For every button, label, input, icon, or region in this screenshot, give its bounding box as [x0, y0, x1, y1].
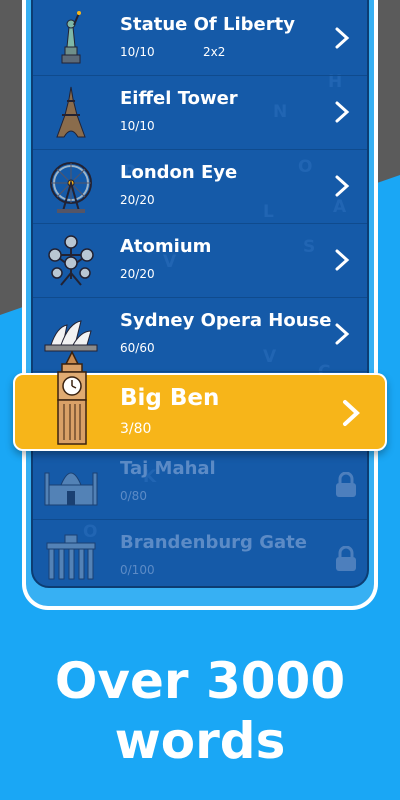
- chevron-right-icon[interactable]: [331, 100, 353, 124]
- chevron-right-icon[interactable]: [331, 322, 353, 346]
- chevron-right-icon[interactable]: [331, 248, 353, 272]
- level-progress: 0/100: [120, 563, 155, 577]
- level-row-eiffel-tower[interactable]: Eiffel Tower 10/10: [33, 78, 367, 150]
- headline-line-1: Over 3000: [54, 652, 346, 710]
- level-title: Atomium: [120, 236, 212, 257]
- brandenburg-gate-icon: [46, 534, 96, 580]
- lock-icon: [336, 546, 356, 571]
- level-row-atomium[interactable]: Atomium 20/20: [33, 226, 367, 298]
- london-eye-icon: [50, 162, 92, 213]
- level-progress: 20/20: [120, 267, 155, 281]
- level-row-statue-of-liberty[interactable]: Statue Of Liberty 10/10 2x2: [33, 4, 367, 76]
- level-row-london-eye[interactable]: London Eye 20/20: [33, 152, 367, 224]
- eiffel-tower-icon: [56, 86, 86, 138]
- taj-mahal-icon: [44, 472, 98, 506]
- headline-line-2: words: [114, 712, 286, 770]
- chevron-right-icon[interactable]: [339, 399, 363, 427]
- level-progress: 10/10: [120, 119, 155, 133]
- big-ben-icon: [57, 350, 87, 445]
- level-row-brandenburg-gate[interactable]: Brandenburg Gate 0/100: [33, 522, 367, 586]
- statue-of-liberty-icon: [61, 11, 81, 64]
- level-progress: 20/20: [120, 193, 155, 207]
- level-title: London Eye: [120, 162, 238, 183]
- level-list[interactable]: HN OP AL SV VP DL CA NK O Statue Of Libe…: [31, 0, 369, 588]
- level-progress: 10/10: [120, 45, 155, 59]
- atomium-icon: [48, 235, 94, 286]
- level-row-taj-mahal[interactable]: Taj Mahal 0/80: [33, 448, 367, 520]
- level-progress: 60/60: [120, 341, 155, 355]
- level-title: Brandenburg Gate: [120, 532, 307, 553]
- lock-icon: [336, 472, 356, 497]
- level-progress: 0/80: [120, 489, 147, 503]
- level-size: 2x2: [203, 45, 226, 59]
- level-title: Taj Mahal: [120, 458, 216, 479]
- level-title: Big Ben: [120, 385, 220, 411]
- level-title: Sydney Opera House: [120, 310, 332, 331]
- chevron-right-icon[interactable]: [331, 174, 353, 198]
- chevron-right-icon[interactable]: [331, 26, 353, 50]
- level-title: Statue Of Liberty: [120, 14, 295, 35]
- level-title: Eiffel Tower: [120, 88, 238, 109]
- level-progress: 3/80: [120, 421, 152, 437]
